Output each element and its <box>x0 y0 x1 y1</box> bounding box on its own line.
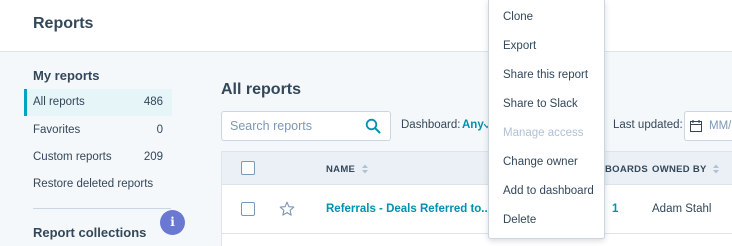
table-header: NAME BOARDS OWNED BY <box>221 151 732 185</box>
sidebar-item-label: Custom reports <box>33 151 112 163</box>
top-bar: Reports <box>0 0 732 52</box>
menu-item-change-owner[interactable]: Change owner <box>489 147 604 173</box>
last-updated-label: Last updated: <box>613 119 683 131</box>
sidebar-item-favorites[interactable]: Favorites 0 <box>24 117 172 144</box>
info-icon[interactable]: i <box>160 210 185 235</box>
sidebar: My reports All reports 486 Favorites 0 C… <box>0 53 195 246</box>
column-name-label: NAME <box>326 164 356 175</box>
menu-item-export[interactable]: Export <box>489 31 604 57</box>
menu-item-label: Export <box>503 40 537 52</box>
row-checkbox[interactable] <box>241 202 255 216</box>
page-title: Reports <box>33 15 94 32</box>
menu-item-add-to-dashboard[interactable]: Add to dashboard <box>489 176 604 202</box>
my-reports-heading: My reports <box>33 68 100 83</box>
table-row: Referrals - Deals Referred to... 1 Adam … <box>221 185 732 234</box>
sidebar-item-label: All reports <box>33 96 85 108</box>
menu-item-delete[interactable]: Delete <box>489 205 604 231</box>
actions-dropdown-menu: Clone Export Share this report Share to … <box>488 0 605 239</box>
menu-item-share-slack[interactable]: Share to Slack <box>489 89 604 115</box>
star-icon[interactable] <box>279 201 295 217</box>
sidebar-item-label: Restore deleted reports <box>33 178 154 190</box>
main-title: All reports <box>221 81 302 98</box>
select-all-checkbox[interactable] <box>241 161 255 175</box>
menu-item-share-report[interactable]: Share this report <box>489 60 604 86</box>
sidebar-item-label: Favorites <box>33 124 81 136</box>
menu-item-label: Clone <box>503 11 534 23</box>
column-owned-by-label: OWNED BY <box>652 164 707 175</box>
menu-item-label: Delete <box>503 214 537 226</box>
column-header-name[interactable]: NAME <box>326 164 369 175</box>
owner-name: Adam Stahl <box>652 203 712 215</box>
sidebar-item-restore-deleted[interactable]: Restore deleted reports <box>24 171 172 198</box>
search-box <box>221 111 391 141</box>
column-header-owned-by[interactable]: OWNED BY <box>652 164 720 175</box>
menu-item-clone[interactable]: Clone <box>489 2 604 28</box>
sidebar-item-count: 209 <box>143 151 163 163</box>
sort-icon[interactable] <box>362 164 369 174</box>
sidebar-divider <box>33 208 171 209</box>
menu-item-label: Share this report <box>503 69 589 81</box>
sidebar-item-custom-reports[interactable]: Custom reports 209 <box>24 144 172 171</box>
menu-item-manage-access: Manage access <box>489 118 604 144</box>
sidebar-item-count: 486 <box>143 96 163 108</box>
menu-item-label: Manage access <box>503 127 584 139</box>
sidebar-item-all-reports[interactable]: All reports 486 <box>24 89 172 116</box>
report-name-link[interactable]: Referrals - Deals Referred to... <box>326 203 491 215</box>
calendar-icon <box>690 120 702 132</box>
search-input[interactable] <box>222 112 362 140</box>
dashboard-filter-label: Dashboard: <box>401 119 461 131</box>
menu-item-label: Share to Slack <box>503 98 578 110</box>
date-picker-input[interactable]: MM/ <box>684 111 732 141</box>
dashboard-filter-dropdown[interactable]: Any <box>462 119 484 131</box>
report-collections-heading: Report collections <box>33 225 147 240</box>
sort-icon[interactable] <box>713 164 720 174</box>
menu-item-label: Add to dashboard <box>503 185 594 197</box>
column-header-dashboards[interactable]: BOARDS <box>605 164 648 175</box>
date-placeholder: MM/ <box>709 120 732 132</box>
dashboards-count-link[interactable]: 1 <box>612 203 618 215</box>
sidebar-item-count: 0 <box>156 124 163 136</box>
search-icon[interactable] <box>365 118 381 134</box>
table-row <box>221 234 732 246</box>
menu-item-label: Change owner <box>503 156 578 168</box>
